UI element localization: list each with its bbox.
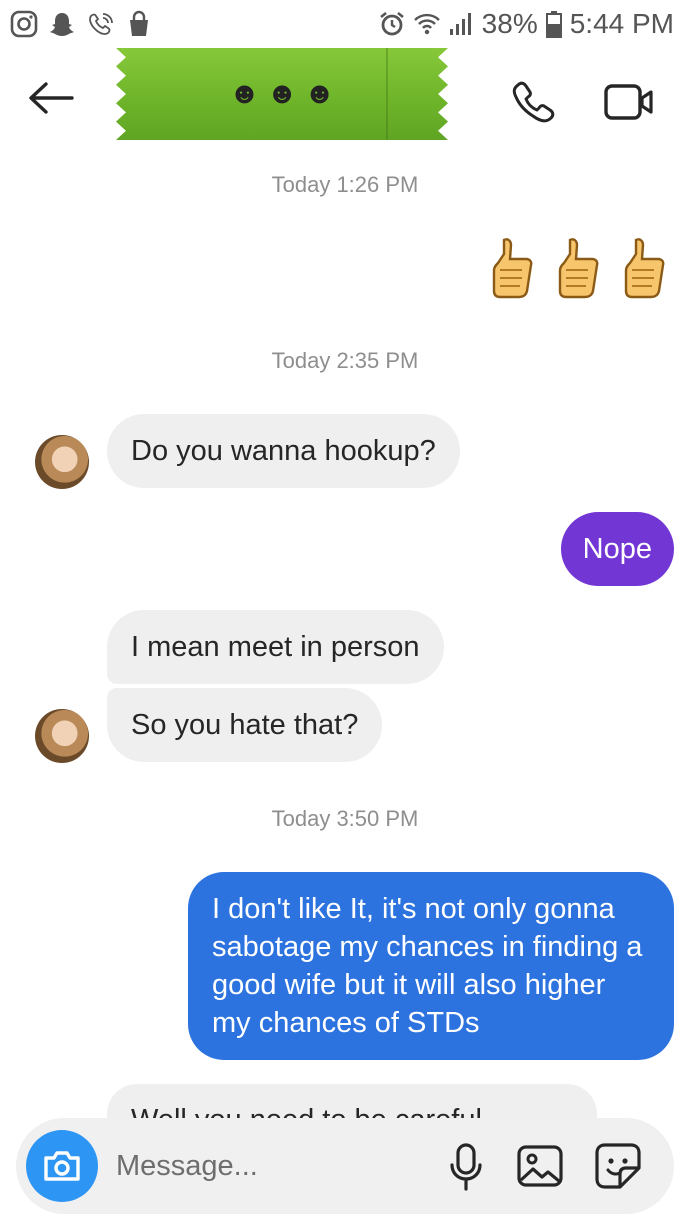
back-arrow-icon (29, 82, 74, 114)
battery-icon (545, 10, 562, 38)
microphone-button[interactable] (448, 1142, 484, 1192)
thumbs-up-icon (558, 238, 599, 299)
image-icon (517, 1145, 563, 1187)
outgoing-message[interactable]: Nope (560, 512, 674, 586)
incoming-message[interactable]: I mean meet in person (107, 610, 444, 684)
title-emoji: ☻ (228, 77, 261, 110)
message-timestamp: Today 3:50 PM (271, 806, 419, 831)
shopping-bag-icon (126, 10, 152, 38)
message-composer (16, 1118, 674, 1214)
call-button[interactable] (510, 80, 556, 126)
incoming-message[interactable]: So you hate that? (107, 688, 383, 762)
wifi-calling-icon (86, 10, 116, 38)
wifi-icon (413, 11, 440, 37)
microphone-icon (450, 1143, 482, 1191)
signal-icon (448, 11, 474, 37)
back-button[interactable] (28, 78, 80, 118)
alarm-icon (378, 10, 406, 38)
snapchat-icon (48, 10, 76, 38)
thumbs-up-message[interactable] (484, 236, 668, 304)
camera-button[interactable] (26, 1130, 98, 1202)
thumbs-up-icon (624, 238, 665, 299)
status-right: 38% 5:44 PM (378, 8, 674, 40)
contact-name-banner[interactable]: ☻ ☻ ☻ (116, 48, 448, 140)
contact-avatar[interactable] (35, 709, 89, 763)
incoming-message[interactable]: Do you wanna hookup? (107, 414, 460, 488)
sticker-button[interactable] (594, 1142, 642, 1190)
outgoing-message[interactable]: I don't like It, it's not only gonna sab… (188, 872, 674, 1060)
message-timestamp: Today 1:26 PM (271, 172, 419, 197)
gallery-button[interactable] (516, 1144, 564, 1188)
message-timestamp: Today 2:35 PM (271, 348, 419, 373)
status-left-icons (10, 10, 152, 38)
contact-avatar[interactable] (35, 435, 89, 489)
title-emoji: ☻ (266, 77, 298, 110)
camera-icon (44, 1151, 80, 1181)
thumbs-up-icon (492, 238, 533, 299)
phone-icon (512, 81, 555, 123)
banner-seam (386, 48, 388, 140)
status-time: 5:44 PM (569, 8, 674, 39)
message-input[interactable] (116, 1146, 416, 1186)
instagram-icon (10, 10, 38, 38)
title-emoji: ☻ (303, 77, 336, 110)
status-bar: 38% 5:44 PM (0, 0, 690, 48)
video-camera-icon (604, 84, 653, 120)
video-call-button[interactable] (604, 82, 654, 122)
sticker-icon (595, 1143, 641, 1189)
battery-percent: 38% (481, 8, 538, 39)
chat-header: ☻ ☻ ☻ (0, 48, 690, 148)
